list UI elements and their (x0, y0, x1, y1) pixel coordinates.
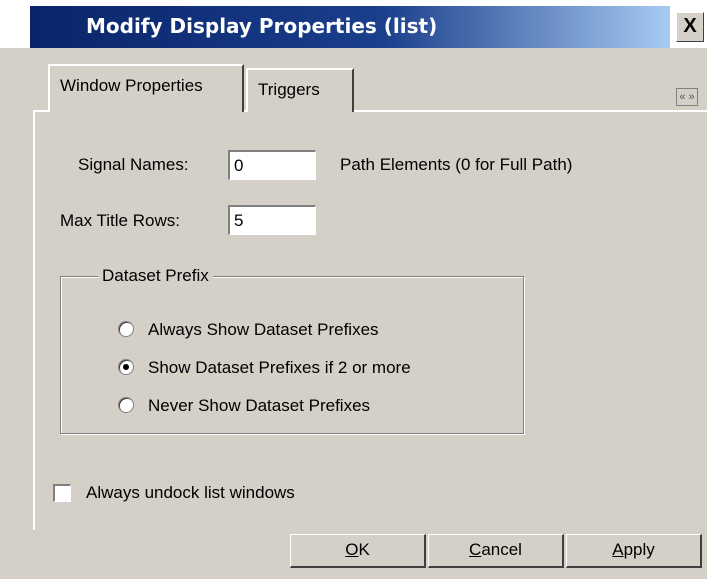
undock-checkbox[interactable] (53, 484, 71, 502)
dataset-prefix-legend: Dataset Prefix (98, 266, 213, 286)
apply-label: Apply (612, 540, 655, 559)
tab-triggers[interactable]: Triggers (246, 68, 354, 112)
radio-icon (118, 397, 134, 413)
radio-label: Never Show Dataset Prefixes (148, 396, 371, 415)
radio-icon (118, 321, 134, 337)
cancel-label: Cancel (469, 540, 522, 559)
ok-button[interactable]: OK (290, 534, 426, 568)
max-title-rows-label: Max Title Rows: (60, 211, 180, 230)
close-button[interactable]: X (676, 12, 704, 42)
max-title-rows-input[interactable]: 5 (228, 205, 316, 235)
radio-selected-icon (118, 359, 134, 375)
signal-names-label: Signal Names: (78, 155, 189, 174)
apply-button[interactable]: Apply (566, 534, 702, 568)
title-bar: Modify Display Properties (list) X (0, 6, 707, 48)
radio-label: Show Dataset Prefixes if 2 or more (148, 358, 411, 377)
dialog-title: Modify Display Properties (list) (86, 14, 438, 38)
undock-label: Always undock list windows (86, 483, 295, 502)
ok-label: OK (345, 540, 370, 559)
tab-label: Window Properties (60, 76, 203, 95)
signal-names-input[interactable]: 0 (228, 150, 316, 180)
tab-window-properties[interactable]: Window Properties (48, 64, 244, 112)
tab-scroll-arrows-icon[interactable]: « » (676, 88, 698, 106)
radio-show-prefixes-if-2-or-more[interactable]: Show Dataset Prefixes if 2 or more (118, 358, 411, 382)
radio-label: Always Show Dataset Prefixes (148, 320, 379, 339)
radio-always-show-prefixes[interactable]: Always Show Dataset Prefixes (118, 320, 379, 344)
title-bar-gradient: Modify Display Properties (list) (30, 6, 670, 48)
radio-never-show-prefixes[interactable]: Never Show Dataset Prefixes (118, 396, 370, 420)
signal-names-suffix: Path Elements (0 for Full Path) (340, 155, 573, 174)
close-icon: X (683, 15, 697, 37)
cancel-button[interactable]: Cancel (428, 534, 564, 568)
tab-label: Triggers (258, 80, 320, 99)
